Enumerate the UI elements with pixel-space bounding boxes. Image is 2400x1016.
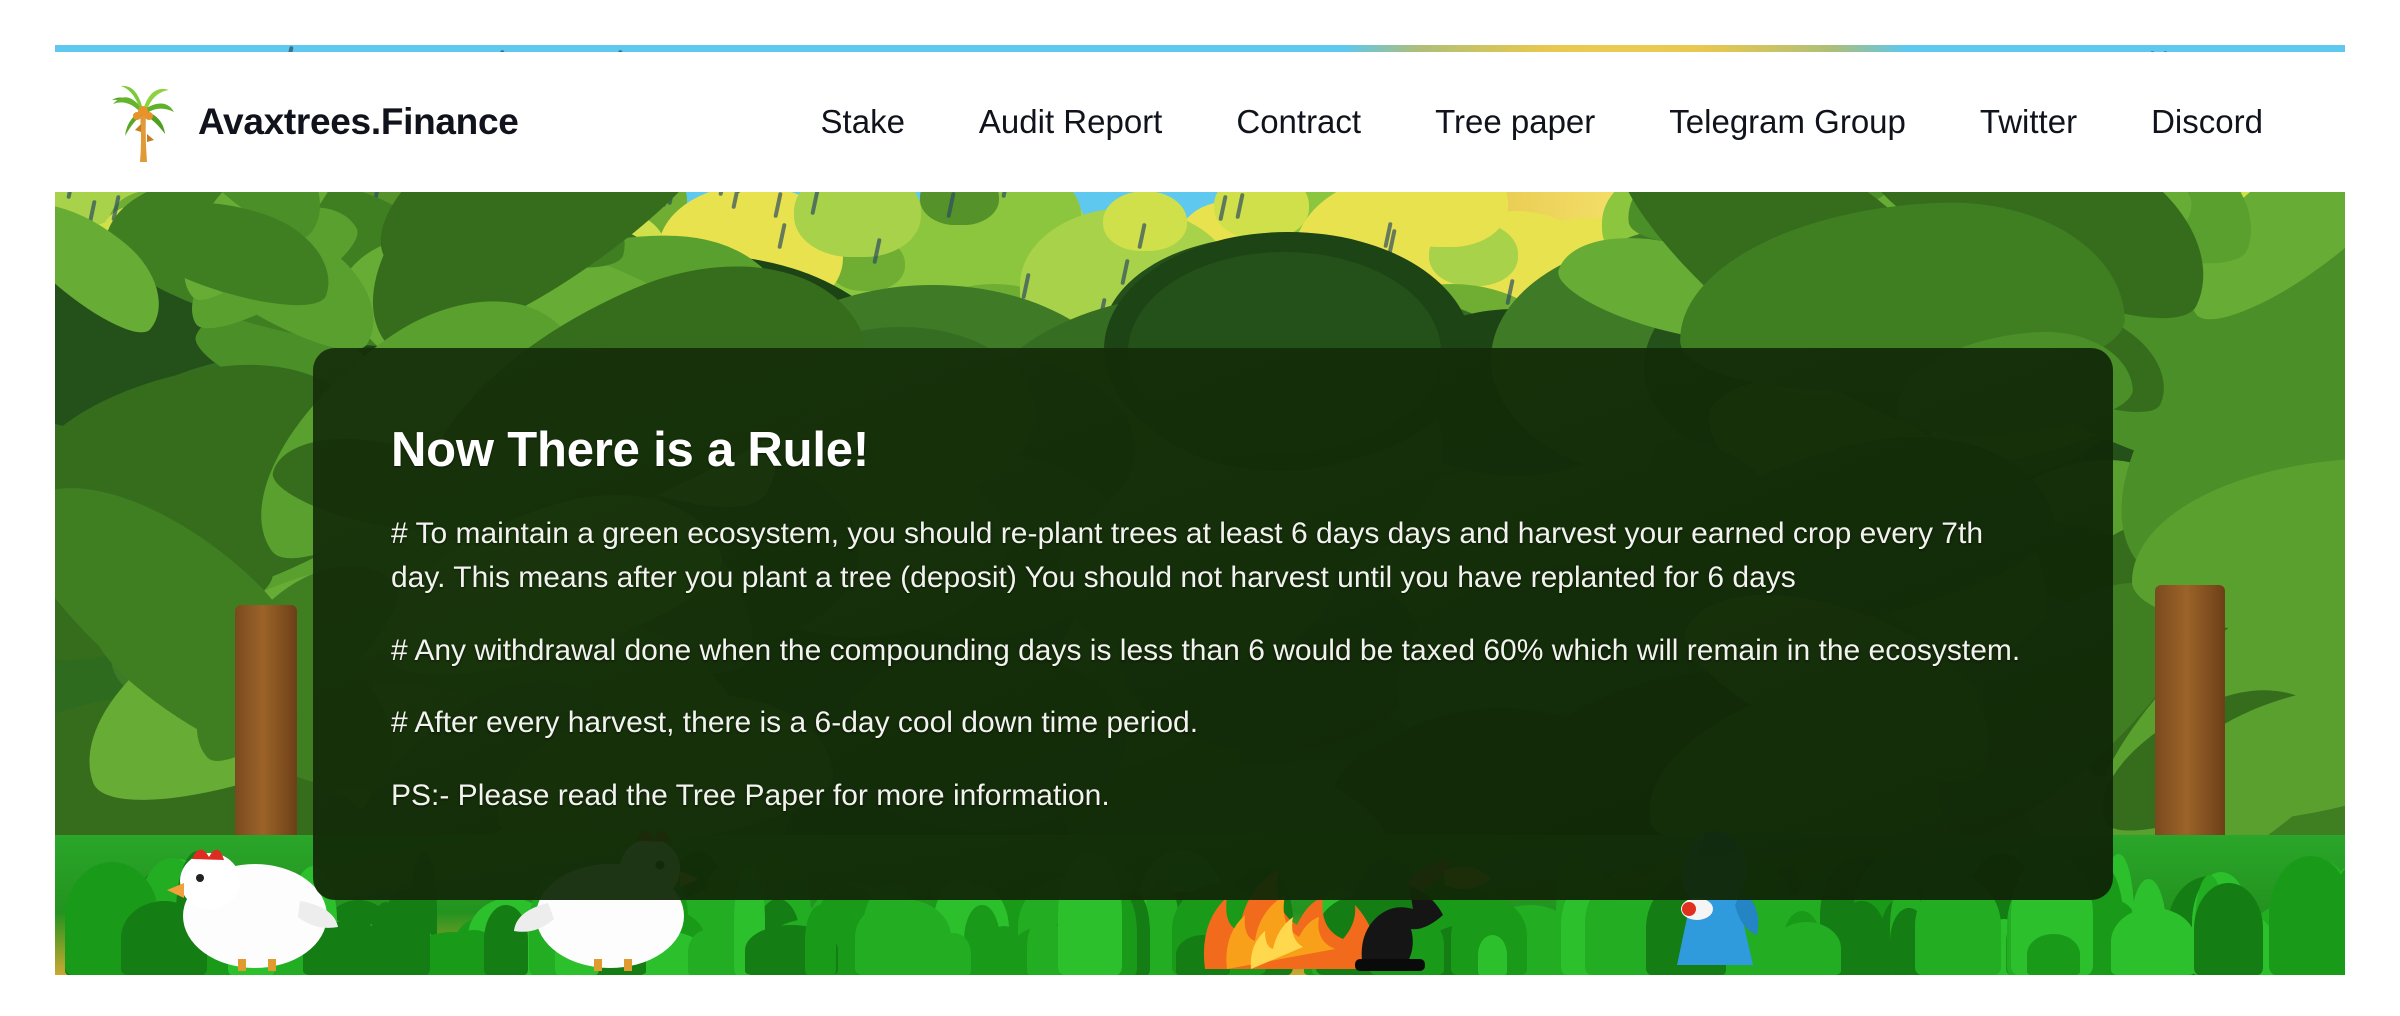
grass-tuft xyxy=(879,913,922,975)
rule-card: Now There is a Rule! # To maintain a gre… xyxy=(313,348,2113,900)
grass-tuft xyxy=(2131,878,2167,975)
grass-tuft xyxy=(2027,934,2080,975)
grass-tuft xyxy=(1027,915,1062,975)
palm-tree-icon xyxy=(110,80,176,164)
rule-paragraph: # To maintain a green ecosystem, you sho… xyxy=(391,517,1984,595)
grass-tuft xyxy=(2193,883,2263,975)
nav-item-contract[interactable]: Contract xyxy=(1199,103,1398,141)
grass-tuft xyxy=(805,905,837,975)
nav-item-discord[interactable]: Discord xyxy=(2114,103,2300,141)
grass-tuft xyxy=(2268,855,2345,975)
nav-item-twitter[interactable]: Twitter xyxy=(1943,103,2114,141)
nav-item-audit-report[interactable]: Audit Report xyxy=(942,103,1199,141)
site-header: Avaxtrees.Finance Stake Audit Report Contr… xyxy=(55,52,2345,192)
grass-tuft xyxy=(987,926,1021,975)
rule-paragraph: PS:- Please read the Tree Paper for more… xyxy=(391,778,1110,812)
rule-card-body: # To maintain a green ecosystem, you sho… xyxy=(391,512,2035,818)
nav-item-telegram-group[interactable]: Telegram Group xyxy=(1632,103,1943,141)
brand-name: Avaxtrees.Finance xyxy=(198,101,519,142)
rule-card-title: Now There is a Rule! xyxy=(391,423,869,477)
nav-item-stake[interactable]: Stake xyxy=(784,103,942,141)
rule-paragraph: # Any withdrawal done when the compoundi… xyxy=(391,633,2021,667)
grass-tuft xyxy=(1837,901,1886,975)
brand-logo-link[interactable]: Avaxtrees.Finance xyxy=(110,80,519,164)
nav-item-tree-paper[interactable]: Tree paper xyxy=(1398,103,1632,141)
grass-tuft xyxy=(382,889,431,975)
page-root: Avaxtrees.Finance Stake Audit Report Contr… xyxy=(0,0,2400,1016)
main-navigation: Stake Audit Report Contract Tree paper Teleg… xyxy=(784,103,2300,141)
rule-paragraph: # After every harvest, there is a 6-day … xyxy=(391,706,1199,740)
